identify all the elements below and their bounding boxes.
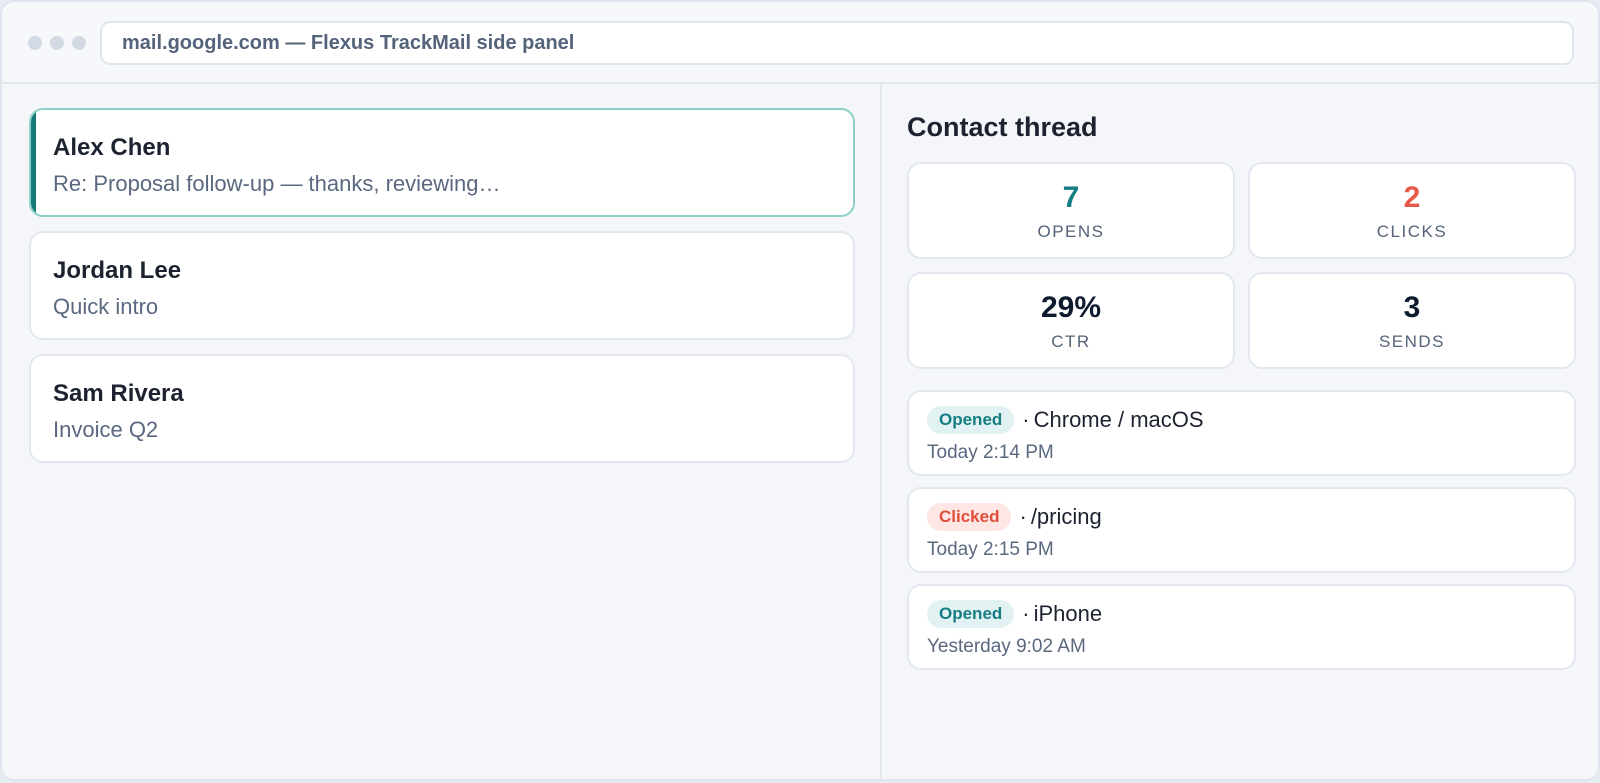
email-list: Alex Chen Re: Proposal follow-up — thank…	[2, 84, 880, 779]
event-time: Today 2:14 PM	[927, 442, 1054, 463]
stat-ctr-value: 29%	[1040, 291, 1102, 324]
window-close-dot[interactable]	[28, 36, 42, 50]
email-item-alex-chen[interactable]: Alex Chen Re: Proposal follow-up — thank…	[29, 108, 855, 217]
event-separator: ·	[1022, 601, 1030, 626]
stat-opens: 7 OPENS	[907, 162, 1235, 259]
event-item[interactable]: Opened · iPhone Yesterday 9:02 AM	[907, 584, 1576, 670]
event-time: Today 2:15 PM	[927, 539, 1054, 560]
stat-opens-label: OPENS	[1037, 222, 1105, 241]
stat-sends-label: SENDS	[1378, 332, 1446, 351]
side-panel: Contact thread 7 OPENS 2 CLICKS 29% CTR …	[882, 84, 1598, 779]
window-maximize-dot[interactable]	[72, 36, 86, 50]
email-sender: Jordan Lee	[53, 257, 182, 284]
email-sender: Alex Chen	[53, 134, 171, 161]
event-detail: iPhone	[1033, 601, 1103, 626]
event-detail: Chrome / macOS	[1033, 407, 1204, 432]
event-separator: ·	[1019, 504, 1027, 529]
title-bar: mail.google.com — Flexus TrackMail side …	[2, 2, 1598, 84]
event-item[interactable]: Clicked · /pricing Today 2:15 PM	[907, 487, 1576, 573]
event-status-badge: Opened	[927, 406, 1015, 434]
stat-ctr-label: CTR	[1051, 332, 1091, 351]
event-time: Yesterday 9:02 AM	[927, 636, 1086, 657]
email-item-jordan-lee[interactable]: Jordan Lee Quick intro	[29, 231, 855, 340]
address-bar[interactable]: mail.google.com — Flexus TrackMail side …	[100, 21, 1574, 65]
stat-clicks: 2 CLICKS	[1248, 162, 1576, 259]
window-minimize-dot[interactable]	[50, 36, 64, 50]
browser-window: mail.google.com — Flexus TrackMail side …	[0, 0, 1600, 781]
email-subject: Invoice Q2	[53, 417, 159, 442]
email-item-sam-rivera[interactable]: Sam Rivera Invoice Q2	[29, 354, 855, 463]
event-status-badge: Opened	[927, 600, 1015, 628]
email-sender: Sam Rivera	[53, 380, 184, 407]
event-detail: /pricing	[1030, 504, 1102, 529]
event-separator: ·	[1022, 407, 1030, 432]
stat-ctr: 29% CTR	[907, 272, 1235, 369]
stat-clicks-value: 2	[1403, 181, 1421, 214]
address-bar-text: mail.google.com — Flexus TrackMail side …	[122, 31, 575, 54]
stat-clicks-label: CLICKS	[1376, 222, 1448, 241]
stat-sends-value: 3	[1403, 291, 1421, 324]
event-status-badge: Clicked	[927, 503, 1012, 531]
panel-title: Contact thread	[907, 112, 1098, 142]
stat-sends: 3 SENDS	[1248, 272, 1576, 369]
email-subject: Re: Proposal follow-up — thanks, reviewi…	[53, 171, 501, 196]
stat-opens-value: 7	[1062, 181, 1080, 214]
email-subject: Quick intro	[53, 294, 159, 319]
event-item[interactable]: Opened · Chrome / macOS Today 2:14 PM	[907, 390, 1576, 476]
